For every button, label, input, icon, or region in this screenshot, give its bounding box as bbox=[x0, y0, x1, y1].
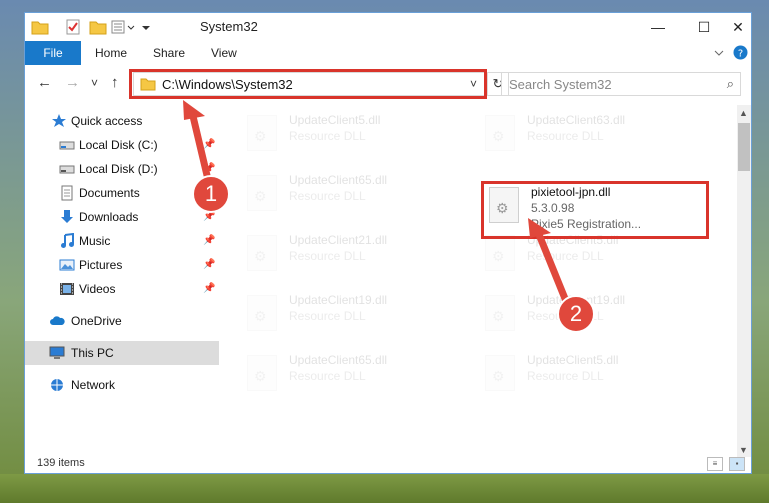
annotation-arrows bbox=[183, 100, 572, 308]
step-2-badge: 2 bbox=[557, 295, 595, 333]
step-1-badge: 1 bbox=[192, 175, 230, 213]
arrow-2 bbox=[528, 218, 572, 308]
